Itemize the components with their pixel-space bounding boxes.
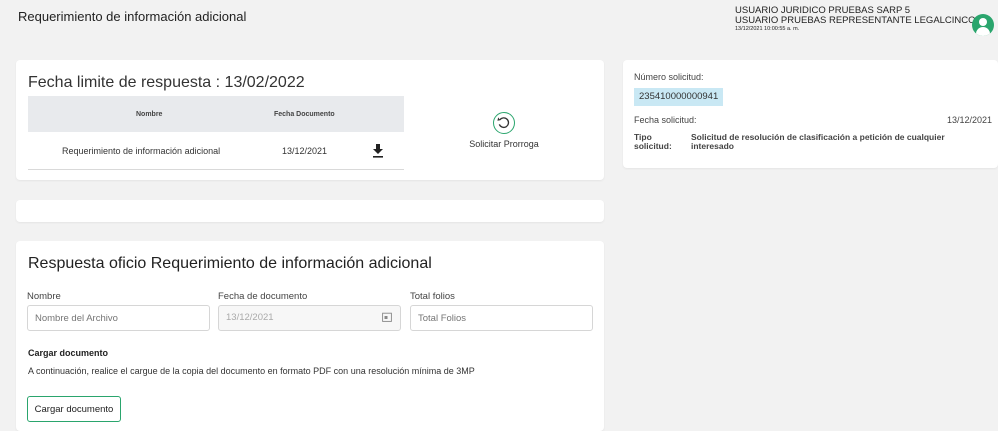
upload-document-button[interactable]: Cargar documento [27, 396, 121, 422]
column-header-fecha: Fecha Documento [274, 111, 335, 118]
document-date: 13/12/2021 [282, 146, 328, 156]
document-date-label: Fecha de documento [218, 291, 308, 302]
upload-heading: Cargar documento [28, 348, 109, 358]
document-name: Requerimiento de información adicional [62, 146, 221, 156]
download-icon[interactable] [372, 144, 384, 158]
request-type-value: Solicitud de resolución de clasificación… [691, 132, 945, 151]
user-session-date: 13/12/2021 10:00:55 a. m. [735, 26, 800, 32]
response-form-title: Respuesta oficio Requerimiento de inform… [28, 255, 432, 272]
file-name-input[interactable] [27, 305, 210, 331]
request-number-label: Número solicitud: [634, 72, 704, 82]
upload-instructions: A continuación, realice el cargue de la … [28, 366, 475, 376]
empty-card [16, 200, 604, 222]
refresh-icon [493, 112, 515, 134]
total-folios-label: Total folios [410, 291, 455, 302]
table-row: Requerimiento de información adicional 1… [28, 135, 404, 170]
name-label: Nombre [27, 291, 61, 302]
user-name-secondary: USUARIO PRUEBAS REPRESENTANTE LEGALCINCO [735, 15, 976, 26]
user-info: USUARIO JURIDICO PRUEBAS SARP 5 USUARIO … [735, 6, 976, 33]
request-date-value: 13/12/2021 [946, 115, 992, 125]
deadline-label: Fecha limite de respuesta : 13/02/2022 [28, 74, 305, 91]
total-folios-input[interactable] [410, 305, 593, 331]
documents-table-header: Nombre Fecha Documento [28, 96, 404, 132]
request-extension-button[interactable]: Solicitar Prorroga [464, 112, 544, 149]
deadline-card: Fecha limite de respuesta : 13/02/2022 N… [16, 60, 604, 180]
response-form-card: Respuesta oficio Requerimiento de inform… [16, 241, 604, 431]
calendar-icon[interactable] [382, 312, 392, 322]
request-date-label: Fecha solicitud: [634, 115, 697, 125]
column-header-nombre: Nombre [136, 111, 163, 118]
document-date-value: 13/12/2021 [226, 312, 274, 323]
user-avatar-icon[interactable] [972, 14, 994, 36]
document-date-input[interactable]: 13/12/2021 [218, 305, 401, 331]
request-type-label: Tipo solicitud: [634, 132, 672, 151]
solicitud-info-panel: Número solicitud: 235410000000941 Fecha … [623, 60, 998, 168]
page-title: Requerimiento de información adicional [18, 9, 247, 24]
request-number-badge: 235410000000941 [634, 88, 724, 106]
request-extension-label: Solicitar Prorroga [469, 139, 539, 149]
